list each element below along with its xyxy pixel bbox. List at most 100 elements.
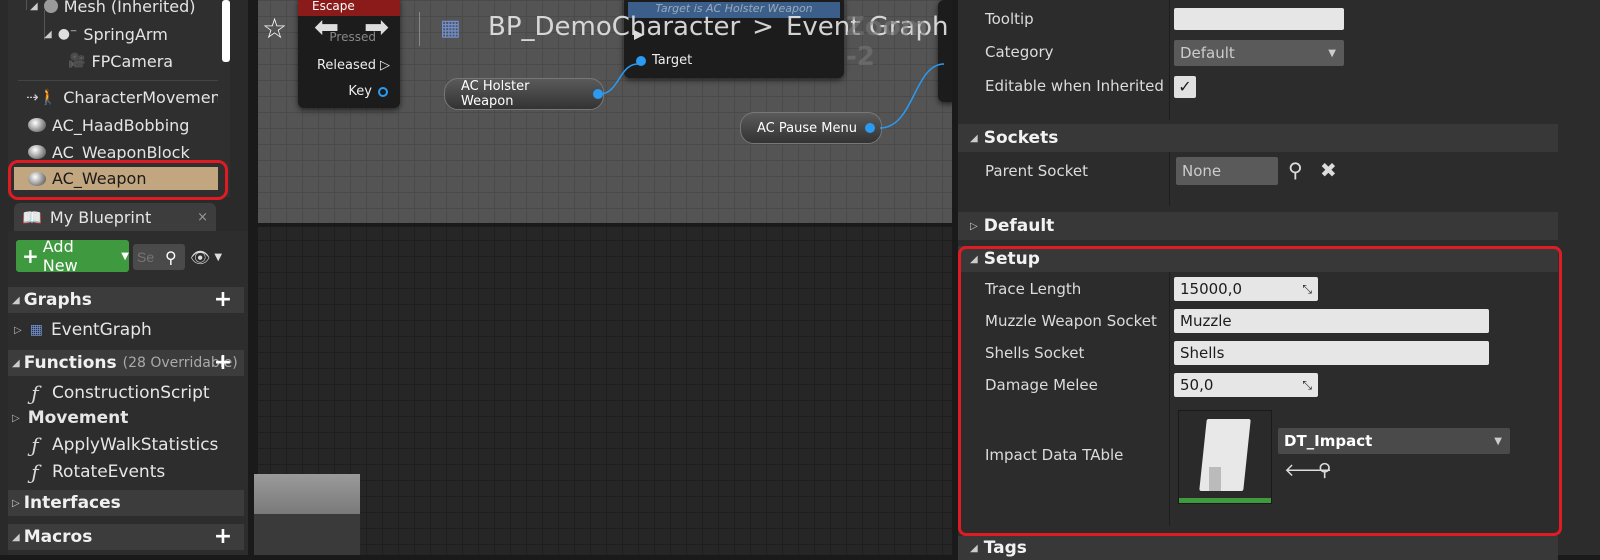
function-item-constructionscript[interactable]: ƒ ConstructionScript: [26, 381, 210, 405]
search-input[interactable]: [133, 245, 165, 269]
tree-item-label: CharacterMovement (I: [63, 87, 218, 107]
category-dropdown[interactable]: Default ▼: [1174, 40, 1344, 66]
tree-item-label: AC_WeaponBlock: [52, 142, 190, 162]
favorite-star-icon[interactable]: ☆: [262, 12, 287, 45]
search-icon[interactable]: ⚲: [1288, 158, 1303, 182]
tree-item-label: FPCamera: [91, 51, 174, 71]
section-label: Tags: [983, 538, 1027, 558]
expand-icon[interactable]: ▷: [12, 413, 20, 424]
add-new-button[interactable]: + Add New ▼: [16, 237, 129, 275]
tab-my-blueprint[interactable]: 📖 My Blueprint ×: [14, 203, 216, 231]
editable-checkbox[interactable]: ✓: [1174, 76, 1196, 98]
toolbar-separator: [419, 12, 420, 46]
category-value: Default: [1180, 44, 1235, 62]
function-icon: ƒ: [31, 433, 39, 457]
expand-icon[interactable]: ◢: [44, 29, 52, 40]
add-macro-button[interactable]: +: [212, 526, 234, 548]
tree-item-label: SpringArm: [83, 24, 168, 44]
partial-node-lower[interactable]: [254, 474, 360, 514]
chevron-down-icon: ▼: [1328, 47, 1336, 59]
back-arrow-icon[interactable]: ⬅: [314, 10, 339, 45]
book-icon: 📖: [22, 207, 42, 227]
section-default[interactable]: ▷ Default: [958, 212, 1558, 240]
tree-scrollbar[interactable]: [222, 0, 230, 62]
zoom-label: Zoom -2: [846, 12, 928, 72]
collapse-icon: ◢: [12, 294, 20, 306]
details-scroll-track[interactable]: [1558, 0, 1600, 555]
wire-holster-target: [599, 63, 639, 95]
expand-icon: ▷: [970, 220, 978, 232]
tree-divider: [18, 80, 218, 81]
chevron-down-icon: ▼: [121, 250, 129, 262]
item-label: ApplyWalkStatistics: [52, 435, 219, 455]
clear-icon[interactable]: ✖: [1320, 158, 1337, 182]
item-label: RotateEvents: [52, 462, 166, 482]
chevron-down-icon: ▼: [214, 251, 223, 263]
left-panel: ◢ Mesh (Inherited) ◢ ●⁻ SpringArm 🎥 FPCa…: [0, 0, 248, 555]
section-tags[interactable]: ◢ Tags: [958, 536, 1558, 560]
tree-item-mesh[interactable]: ◢ Mesh (Inherited): [30, 0, 196, 16]
add-function-button[interactable]: +: [212, 352, 234, 374]
visibility-dropdown[interactable]: 👁 ▼: [190, 246, 232, 268]
parent-socket-value: None: [1182, 162, 1222, 180]
section-macros[interactable]: ◢ Macros +: [8, 524, 244, 550]
section-label: Sockets: [983, 128, 1059, 148]
section-label: Default: [983, 216, 1055, 236]
tree-item-fpcamera[interactable]: 🎥 FPCamera: [68, 50, 173, 72]
highlight-ac-weapon: [8, 160, 228, 200]
breadcrumb-separator: >: [752, 12, 774, 42]
section-interfaces[interactable]: ▷ Interfaces: [8, 490, 244, 516]
forward-arrow-icon[interactable]: ➡: [364, 10, 389, 45]
eye-icon: 👁: [190, 247, 211, 267]
add-new-label: Add New: [42, 237, 78, 275]
tooltip-field[interactable]: [1174, 8, 1344, 30]
editable-label: Editable when Inherited: [985, 77, 1164, 95]
expand-icon[interactable]: ◢: [30, 1, 38, 12]
component-icon: [28, 118, 46, 132]
breadcrumb-blueprint[interactable]: BP_DemoCharacter: [488, 12, 740, 42]
springarm-icon: ●⁻: [57, 26, 78, 42]
character-movement-icon: ⇢🚶: [26, 88, 58, 106]
parent-socket-field[interactable]: None: [1176, 157, 1278, 185]
section-label: Interfaces: [23, 493, 121, 513]
graph-editor[interactable]: Escape Pressed Released ▷ Key Target is A…: [254, 0, 952, 555]
tree-item-label: Mesh (Inherited): [63, 0, 196, 16]
tree-item-label: AC_HaadBobbing: [52, 115, 190, 135]
tab-label: My Blueprint: [49, 207, 152, 227]
mesh-icon: [43, 0, 58, 13]
search-icon[interactable]: ⚲: [165, 248, 177, 267]
partial-node-lower-body: [254, 514, 360, 555]
add-graph-button[interactable]: +: [212, 289, 234, 311]
search-box[interactable]: ⚲: [133, 244, 185, 270]
highlight-setup-section: [958, 246, 1562, 536]
collapse-icon: ◢: [970, 542, 978, 554]
tooltip-label: Tooltip: [985, 10, 1034, 28]
wire-pause: [879, 63, 945, 129]
close-icon[interactable]: ×: [197, 210, 208, 225]
section-graphs[interactable]: ◢ Graphs +: [8, 287, 244, 313]
tree-item-ac-headbobbing[interactable]: AC_HaadBobbing: [28, 114, 189, 136]
graph-icon: ▦: [29, 322, 43, 338]
plus-icon: +: [22, 244, 39, 268]
section-functions[interactable]: ◢ Functions (28 Overridable) +: [8, 350, 244, 376]
tree-item-charactermovement[interactable]: ⇢🚶 CharacterMovement (I: [26, 86, 218, 108]
camera-icon: 🎥: [68, 53, 86, 69]
collapse-icon: ◢: [970, 132, 978, 144]
collapse-icon: ◢: [12, 357, 20, 369]
tree-item-springarm[interactable]: ◢ ●⁻ SpringArm: [44, 23, 168, 45]
expand-icon[interactable]: ▷: [14, 325, 22, 336]
function-item-applywalkstatistics[interactable]: ƒ ApplyWalkStatistics: [26, 433, 218, 457]
function-icon: ƒ: [31, 460, 39, 484]
graph-item-eventgraph[interactable]: ▷ ▦ EventGraph: [14, 318, 152, 342]
section-sockets[interactable]: ◢ Sockets: [958, 124, 1558, 152]
expand-icon: ▷: [12, 497, 20, 509]
details-panel: Tooltip Category Default ▼ Editable when…: [958, 0, 1600, 560]
category-movement[interactable]: ▷ Movement: [12, 407, 128, 429]
section-label: Functions: [23, 353, 117, 373]
function-item-rotateevents[interactable]: ƒ RotateEvents: [26, 460, 165, 484]
item-label: EventGraph: [50, 320, 152, 340]
item-label: ConstructionScript: [52, 383, 210, 403]
category-label: Category: [985, 43, 1054, 61]
section-label: Macros: [23, 527, 93, 547]
collapse-icon: ◢: [12, 531, 20, 543]
